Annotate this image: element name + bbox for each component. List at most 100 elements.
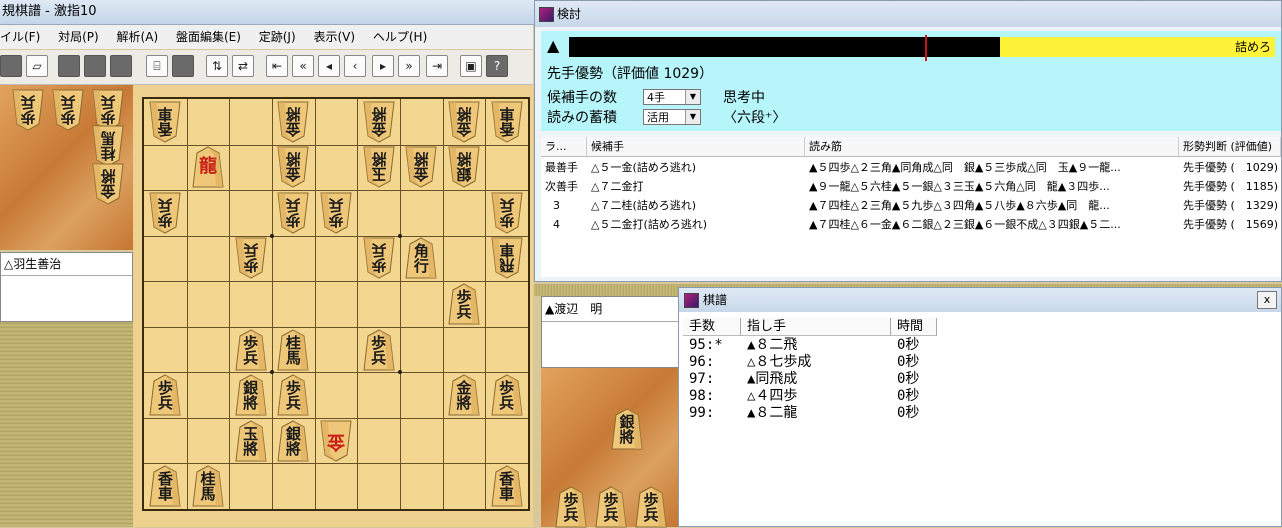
pv-line[interactable]: ▲７四桂△２三角▲５九歩△３四角▲５八歩▲８六歩▲同 龍... — [805, 196, 1179, 215]
shogi-piece[interactable]: 歩兵 — [52, 89, 84, 131]
shogi-piece[interactable]: 歩兵 — [595, 486, 627, 528]
kifu-time[interactable]: 0秒 — [897, 388, 919, 405]
menu-joseki[interactable]: 定跡(J) — [259, 30, 296, 44]
kifu-move[interactable]: ▲８二龍 — [747, 405, 797, 422]
pv-eval[interactable]: 先手優勢 ( 1329) — [1179, 196, 1281, 215]
shogi-piece[interactable]: 金將 — [448, 101, 480, 143]
forward-end-icon[interactable]: ⇥ — [426, 55, 448, 77]
shogi-piece[interactable]: 歩兵 — [448, 283, 480, 325]
shogi-piece[interactable]: 金將 — [363, 101, 395, 143]
swap-icon[interactable]: ⇄ — [232, 55, 254, 77]
shogi-piece[interactable]: 香車 — [149, 465, 181, 507]
shogi-piece[interactable]: 金將 — [448, 374, 480, 416]
kifu-move-number[interactable]: 97: — [689, 371, 714, 388]
shogi-piece[interactable]: 飛車 — [491, 237, 523, 280]
shogi-piece[interactable]: 角行 — [405, 237, 437, 279]
flip-icon[interactable]: ⇅ — [206, 55, 228, 77]
menu-view[interactable]: 表示(V) — [313, 30, 355, 44]
shogi-piece[interactable]: 龍 — [192, 146, 224, 188]
kifu-time[interactable]: 0秒 — [897, 354, 919, 371]
kifu-move[interactable]: ▲同飛成 — [747, 371, 797, 388]
step-back-icon[interactable]: ◂ — [318, 55, 340, 77]
menu-board-edit[interactable]: 盤面編集(E) — [176, 30, 241, 44]
shogi-piece[interactable]: 歩兵 — [491, 374, 523, 416]
kifu-time[interactable]: 0秒 — [897, 371, 919, 388]
step-forward-many-icon[interactable]: » — [398, 55, 420, 77]
shogi-piece[interactable]: 桂馬 — [277, 328, 309, 371]
kifu-move[interactable]: ▲８二飛 — [747, 337, 797, 354]
pv-rank[interactable]: 4 — [541, 215, 587, 234]
pv-rank[interactable]: 最善手 — [541, 158, 587, 177]
step-back-one-icon[interactable]: ‹ — [344, 55, 366, 77]
shogi-piece[interactable]: 桂馬 — [92, 125, 124, 167]
kifu-move-number[interactable]: 99: — [689, 405, 714, 422]
kifu-move-number[interactable]: 95:* — [689, 337, 723, 354]
kifu-move[interactable]: △８七歩成 — [747, 354, 811, 371]
pv-line[interactable]: ▲７四桂△６一金▲６二銀△２三銀▲６一銀不成△３四銀▲５二... — [805, 215, 1179, 234]
shogi-piece[interactable]: 歩兵 — [635, 486, 667, 528]
pv-eval[interactable]: 先手優勢 ( 1185) — [1179, 177, 1281, 196]
col-move-number[interactable]: 手数 — [683, 318, 741, 336]
new-icon[interactable] — [0, 55, 22, 77]
shogi-piece[interactable]: 香車 — [491, 101, 523, 143]
kifu-time[interactable]: 0秒 — [897, 405, 919, 422]
save-icon[interactable] — [58, 55, 80, 77]
shogi-piece[interactable]: 金將 — [405, 146, 437, 188]
col-time[interactable]: 時間 — [891, 318, 937, 336]
close-icon[interactable]: x — [1257, 291, 1277, 309]
shogi-piece[interactable]: 歩兵 — [12, 89, 44, 131]
step-back-many-icon[interactable]: « — [292, 55, 314, 77]
menu-file[interactable]: イル(F) — [0, 30, 40, 44]
shogi-piece[interactable]: 金 — [320, 420, 352, 462]
shogi-piece[interactable]: 歩兵 — [235, 237, 267, 280]
board-icon[interactable]: ⌸ — [146, 55, 168, 77]
step-forward-icon[interactable]: ▸ — [372, 55, 394, 77]
kifu-time[interactable]: 0秒 — [897, 337, 919, 354]
col-pv[interactable]: 読み筋 — [805, 137, 1179, 157]
accumulate-select[interactable]: 活用 ▼ — [643, 109, 701, 125]
shogi-piece[interactable]: 銀將 — [235, 374, 267, 416]
pv-rank[interactable]: 次善手 — [541, 177, 587, 196]
shogi-piece[interactable]: 香車 — [491, 465, 523, 507]
pv-rank[interactable]: 3 — [541, 196, 587, 215]
rewind-start-icon[interactable]: ⇤ — [266, 55, 288, 77]
shogi-piece[interactable]: 歩兵 — [320, 192, 352, 234]
shogi-piece[interactable]: 銀將 — [277, 420, 309, 462]
menu-help[interactable]: ヘルプ(H) — [373, 30, 427, 44]
shogi-piece[interactable]: 玉將 — [235, 420, 267, 462]
copy-icon[interactable] — [110, 55, 132, 77]
shogi-board[interactable]: 香車金將金將金將香車龍金將玉將金將銀將歩兵歩兵歩兵歩兵歩兵歩兵角行飛車歩兵歩兵桂… — [142, 97, 530, 511]
shogi-piece[interactable]: 金將 — [277, 146, 309, 188]
shogi-piece[interactable]: 歩兵 — [277, 192, 309, 234]
pv-eval[interactable]: 先手優勢 ( 1029) — [1179, 158, 1281, 177]
edit-icon[interactable] — [172, 55, 194, 77]
shogi-piece[interactable]: 桂馬 — [192, 465, 224, 507]
monitor-icon[interactable]: ▣ — [460, 55, 482, 77]
shogi-piece[interactable]: 歩兵 — [363, 237, 395, 280]
kifu-move-number[interactable]: 98: — [689, 388, 714, 405]
shogi-piece[interactable]: 香車 — [149, 101, 181, 143]
col-move-text[interactable]: 指し手 — [741, 318, 891, 336]
col-move[interactable]: 候補手 — [587, 137, 805, 157]
pv-line[interactable]: ▲９一龍△５六桂▲５一銀△３三玉▲５六角△同 龍▲３四歩... — [805, 177, 1179, 196]
pv-eval[interactable]: 先手優勢 ( 1569) — [1179, 215, 1281, 234]
shogi-piece[interactable]: 玉將 — [363, 146, 395, 188]
col-eval[interactable]: 形勢判断 (評価値) — [1179, 137, 1281, 157]
pv-move[interactable]: △７二金打 — [587, 177, 805, 196]
pv-move[interactable]: △５一金(詰めろ逃れ) — [587, 158, 805, 177]
help-icon[interactable]: ? — [486, 55, 508, 77]
shogi-piece[interactable]: 銀將 — [448, 146, 480, 188]
pv-move[interactable]: △５二金打(詰めろ逃れ) — [587, 215, 805, 234]
pv-move[interactable]: △７二桂(詰めろ逃れ) — [587, 196, 805, 215]
shogi-piece[interactable]: 歩兵 — [149, 192, 181, 234]
kifu-move[interactable]: △４四歩 — [747, 388, 797, 405]
menu-analysis[interactable]: 解析(A) — [117, 30, 159, 44]
print-icon[interactable] — [84, 55, 106, 77]
shogi-piece[interactable]: 歩兵 — [235, 328, 267, 371]
shogi-piece[interactable]: 歩兵 — [555, 486, 587, 528]
menu-game[interactable]: 対局(P) — [58, 30, 99, 44]
shogi-piece[interactable]: 金將 — [92, 163, 124, 205]
kifu-move-number[interactable]: 96: — [689, 354, 714, 371]
shogi-piece[interactable]: 歩兵 — [149, 374, 181, 416]
shogi-piece[interactable]: 歩兵 — [491, 192, 523, 234]
